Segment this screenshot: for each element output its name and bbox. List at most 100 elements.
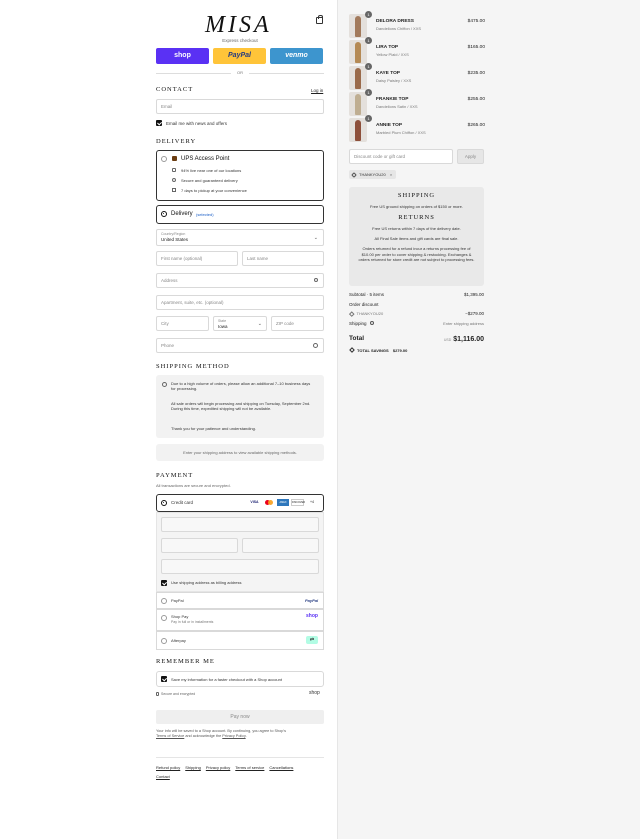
cart-bag-icon[interactable] <box>316 15 323 24</box>
notice-text: All sale orders will begin processing an… <box>171 401 311 412</box>
quantity-badge: 1 <box>365 89 372 96</box>
product-image <box>349 92 367 116</box>
shield-icon <box>172 178 176 182</box>
remember-label: Save my information for a faster checkou… <box>171 677 282 682</box>
card-number-field[interactable] <box>161 517 319 532</box>
terms-link[interactable]: Terms of Service <box>156 734 184 738</box>
product-image <box>349 66 367 90</box>
remove-discount-icon[interactable]: × <box>390 172 392 177</box>
pay-now-button[interactable]: Pay now <box>156 710 324 724</box>
legal-body: Your info will be saved to a Shop accoun… <box>156 729 286 733</box>
footer-privacy-link[interactable]: Privacy policy <box>206 765 230 770</box>
total-value-group: USD $1,116.00 <box>444 335 484 344</box>
credit-card-label: Credit card <box>171 500 194 505</box>
shipping-method-heading: SHIPPING METHOD <box>156 363 230 370</box>
expiry-field[interactable] <box>161 538 238 553</box>
discount-row: THANKYOU20 −$279.00 <box>349 310 484 316</box>
contact-heading: CONTACT <box>156 86 194 93</box>
credit-card-radio[interactable] <box>161 500 167 506</box>
savings-label: TOTAL SAVINGS <box>357 348 389 353</box>
search-icon <box>314 278 318 282</box>
shop-logo: shop <box>309 690 320 696</box>
product-figure <box>355 120 361 141</box>
venmo-button[interactable]: venmo <box>270 48 323 64</box>
afterpay-label: Afterpay <box>171 638 186 643</box>
country-value: United States <box>161 236 189 242</box>
shop-pay-radio[interactable] <box>161 615 167 621</box>
delivery-heading: DELIVERY <box>156 138 197 145</box>
paypal-logo: PayPal <box>305 598 319 603</box>
footer-refund-link[interactable]: Refund policy <box>156 765 180 770</box>
footer-cancellations-link[interactable]: Cancellations <box>269 765 293 770</box>
checkout-form-panel: MISA Express checkout shop PayPal venmo … <box>0 0 337 839</box>
policy-shipping-text: Free US ground shipping on orders of $15… <box>370 204 463 210</box>
quantity-badge: 1 <box>365 63 372 70</box>
quantity-badge: 1 <box>365 115 372 122</box>
visa-icon: VISA <box>250 500 259 504</box>
product-price: $475.00 <box>467 19 485 24</box>
shop-pay-label: Shop Pay <box>171 614 189 619</box>
security-code-field[interactable] <box>242 538 319 553</box>
ups-feature: 94% live near one of our locations <box>181 168 242 173</box>
product-image <box>349 118 367 142</box>
savings-row: TOTAL SAVINGS $279.00 <box>349 347 484 353</box>
discount-tag: THANKYOU20 × <box>349 170 397 179</box>
city-field[interactable]: City <box>156 316 209 331</box>
paypal-radio[interactable] <box>161 598 167 604</box>
afterpay-icon: ⇄ <box>306 636 318 644</box>
help-icon[interactable] <box>313 343 318 348</box>
quantity-badge: 1 <box>365 11 372 18</box>
product-variant: Dandelions Satin / XXS <box>376 104 418 109</box>
remember-checkbox[interactable] <box>161 676 167 682</box>
product-figure <box>355 94 361 115</box>
email-field[interactable]: Email <box>156 99 324 114</box>
paypal-button[interactable]: PayPal <box>213 48 266 64</box>
calendar-icon <box>172 188 176 192</box>
footer-contact-link[interactable]: Contact <box>156 774 170 779</box>
shop-pay-sub: Pay in full or in installments <box>171 620 214 624</box>
first-name-field[interactable]: First name (optional) <box>156 251 238 266</box>
footer-shipping-link[interactable]: Shipping <box>185 765 201 770</box>
secure-label: Secure and encrypted <box>161 692 196 696</box>
name-on-card-field[interactable] <box>161 559 319 574</box>
policy-returns-text: All Final Sale items and gift cards are … <box>374 236 459 242</box>
news-label: Email me with news and offers <box>166 121 227 126</box>
product-name: DELORA DRESS <box>376 19 414 24</box>
state-select[interactable]: State Iowa ⌄ <box>213 316 267 331</box>
info-icon <box>162 382 167 387</box>
cart-item: 1 ANNIE TOP Marbled Plum Chiffon / XXS $… <box>349 115 485 142</box>
policy-returns-title: RETURNS <box>398 213 435 221</box>
product-figure <box>355 68 361 89</box>
zip-field[interactable]: ZIP code <box>271 316 324 331</box>
discount-code-field[interactable]: Discount code or gift card <box>349 149 453 164</box>
shop-pay-button[interactable]: shop <box>156 48 209 64</box>
footer-terms-link[interactable]: Terms of service <box>235 765 264 770</box>
ups-radio[interactable] <box>161 156 167 162</box>
billing-same-checkbox[interactable] <box>161 580 167 586</box>
news-checkbox[interactable] <box>156 120 162 126</box>
discount-value: −$279.00 <box>465 311 484 316</box>
payment-subtitle: All transactions are secure and encrypte… <box>156 483 231 488</box>
apply-button[interactable]: Apply <box>457 149 484 164</box>
help-icon[interactable] <box>369 321 374 325</box>
phone-field[interactable]: Phone <box>156 338 324 353</box>
apartment-field[interactable]: Apartment, suite, etc. (optional) <box>156 295 324 310</box>
remember-heading: REMEMBER ME <box>156 658 215 665</box>
legal-end: . <box>245 733 247 738</box>
address-field[interactable]: Address <box>156 273 324 288</box>
last-name-field[interactable]: Last name <box>242 251 324 266</box>
more-cards-badge: +4 <box>310 500 314 504</box>
discover-icon: DISCOVER <box>291 499 306 506</box>
ship-label: Delivery <box>171 211 193 217</box>
policy-returns-text: Orders returned for a refund incur a ret… <box>358 246 475 262</box>
privacy-link[interactable]: Privacy Policy <box>222 734 245 738</box>
shipping-label: Shipping <box>349 321 367 326</box>
ship-radio[interactable] <box>161 211 167 217</box>
afterpay-radio[interactable] <box>161 638 167 644</box>
order-discount-label: Order discount <box>349 302 379 307</box>
login-link[interactable]: Log in <box>311 88 323 94</box>
country-select[interactable]: Country/Region United States ⌄ <box>156 229 324 246</box>
mastercard-icon <box>264 499 274 506</box>
cart-item: 1 LIRA TOP Yellow Plaid / XXS $165.00 <box>349 37 485 64</box>
store-logo[interactable]: MISA <box>205 10 272 41</box>
